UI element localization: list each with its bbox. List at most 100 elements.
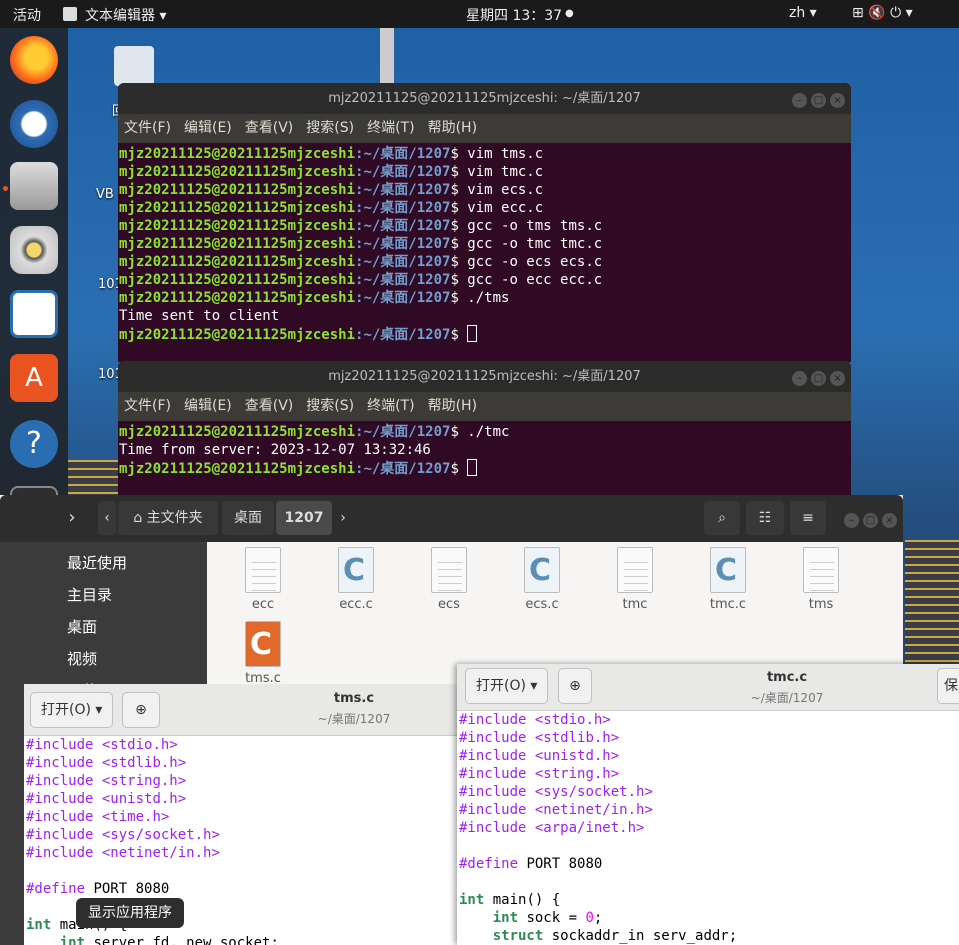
file-item[interactable]: tms	[783, 547, 859, 612]
prompt-path: :~/桌面/1207	[355, 424, 451, 440]
system-tray[interactable]: ⊞ 🔇 ⏻ ▾	[852, 5, 913, 21]
prompt-user: mjz20211125@20211125mjzceshi	[119, 461, 356, 477]
menu-item[interactable]: 搜索(S)	[306, 398, 354, 414]
close-icon[interactable]: ×	[830, 371, 845, 386]
files-icon[interactable]	[10, 162, 58, 210]
prompt-user: mjz20211125@20211125mjzceshi	[119, 182, 356, 198]
forward-arrow-icon[interactable]: ›	[62, 501, 82, 535]
menu-item[interactable]: 帮助(H)	[428, 120, 477, 136]
open-button[interactable]: 打开(O) ▾	[465, 668, 549, 704]
maximize-icon[interactable]: □	[863, 513, 878, 528]
view-list-icon[interactable]: ☷	[746, 501, 784, 535]
minimize-icon[interactable]: –	[844, 513, 859, 528]
file-name: ecc.c	[339, 597, 373, 612]
search-icon[interactable]: ⌕	[704, 501, 740, 535]
rhythmbox-icon[interactable]	[10, 226, 58, 274]
command-text: $ ./tmc	[450, 424, 510, 440]
prompt-path: :~/桌面/1207	[355, 146, 451, 162]
c-source-file-icon: C	[245, 621, 281, 667]
menu-item[interactable]: 编辑(E)	[184, 120, 232, 136]
menu-item[interactable]: 搜索(S)	[306, 120, 354, 136]
document-path: ~/桌面/1207	[750, 691, 824, 705]
code-line: #include <stdio.h>	[26, 737, 178, 753]
new-tab-icon[interactable]: ⊕	[122, 692, 160, 728]
command-output: Time sent to client	[119, 308, 280, 324]
file-item[interactable]: ecs	[411, 547, 487, 612]
new-tab-icon[interactable]: ⊕	[558, 668, 592, 704]
terminal-window-2[interactable]: mjz20211125@20211125mjzceshi: ~/桌面/1207 …	[118, 361, 851, 501]
path-back-icon[interactable]: ‹	[98, 501, 116, 535]
prompt-user: mjz20211125@20211125mjzceshi	[119, 236, 356, 252]
sidebar-item-recent[interactable]: 最近使用	[67, 552, 127, 573]
hamburger-menu-icon[interactable]: ≡	[790, 501, 826, 535]
breadcrumb-current[interactable]: 1207	[276, 501, 332, 535]
text-editor-tmc[interactable]: 打开(O) ▾ ⊕ tmc.c ~/桌面/1207 保 #include <st…	[457, 664, 959, 945]
terminal-output[interactable]: mjz20211125@20211125mjzceshi:~/桌面/1207$ …	[118, 143, 851, 346]
menu-item[interactable]: 帮助(H)	[428, 398, 477, 414]
text-editor-app-icon	[63, 7, 77, 21]
minimize-icon[interactable]: –	[792, 371, 807, 386]
save-button[interactable]: 保	[937, 668, 959, 704]
terminal-output[interactable]: mjz20211125@20211125mjzceshi :~/桌面/1207$ …	[118, 421, 851, 480]
software-center-icon[interactable]: A	[10, 354, 58, 402]
prompt-user: mjz20211125@20211125mjzceshi	[119, 290, 356, 306]
window-title: mjz20211125@20211125mjzceshi: ~/桌面/1207	[118, 83, 851, 114]
window-controls: – □ ×	[788, 369, 845, 386]
file-manager-header: › ‹ ⌂ 主文件夹 桌面 1207 › ⌕ ☷ ≡ – □ ×	[0, 495, 903, 542]
terminal-menubar: 文件(F) 编辑(E) 查看(V) 搜索(S) 终端(T) 帮助(H)	[118, 114, 851, 143]
file-item[interactable]: Ctmc.c	[690, 547, 766, 612]
maximize-icon[interactable]: □	[811, 93, 826, 108]
command-output: Time from server: 2023-12-07 13:32:46	[119, 442, 431, 458]
code-line: #include <unistd.h>	[459, 748, 620, 764]
menu-item[interactable]: 查看(V)	[245, 120, 294, 136]
firefox-icon[interactable]	[10, 36, 58, 84]
maximize-icon[interactable]: □	[811, 371, 826, 386]
command-text: $ ./tms	[450, 290, 510, 306]
prompt-path: :~/桌面/1207	[355, 327, 451, 343]
close-icon[interactable]: ×	[830, 93, 845, 108]
app-menu[interactable]: 文本编辑器 ▾	[85, 5, 166, 25]
sidebar-item-videos[interactable]: 视频	[67, 648, 97, 669]
language-indicator[interactable]: zh ▾	[789, 5, 817, 21]
code-line: #include <stdlib.h>	[459, 730, 620, 746]
menu-item[interactable]: 终端(T)	[367, 398, 414, 414]
prompt-path: :~/桌面/1207	[355, 272, 451, 288]
activities-button[interactable]: 活动	[13, 5, 41, 25]
code-line: struct sockaddr_in serv_addr;	[492, 928, 738, 944]
minimize-icon[interactable]: –	[792, 93, 807, 108]
clock[interactable]: 星期四 13：37	[466, 5, 562, 25]
code-area[interactable]: #include <stdio.h> #include <stdlib.h> #…	[457, 711, 959, 945]
thunderbird-icon[interactable]	[10, 100, 58, 148]
open-button[interactable]: 打开(O) ▾	[30, 692, 114, 728]
menu-item[interactable]: 查看(V)	[245, 398, 294, 414]
command-text: $ vim tmc.c	[450, 164, 544, 180]
menu-item[interactable]: 文件(F)	[124, 398, 171, 414]
file-item[interactable]: Ctms.c	[225, 621, 301, 686]
path-forward-icon[interactable]: ›	[334, 501, 352, 535]
help-icon[interactable]: ?	[10, 420, 58, 468]
code-line: #include <sys/socket.h>	[26, 827, 220, 843]
file-item[interactable]: Cecc.c	[318, 547, 394, 612]
breadcrumb-desktop[interactable]: 桌面	[222, 501, 274, 535]
trash-icon[interactable]	[114, 46, 154, 86]
menu-item[interactable]: 文件(F)	[124, 120, 171, 136]
close-icon[interactable]: ×	[882, 513, 897, 528]
prompt-user: mjz20211125@20211125mjzceshi	[119, 164, 356, 180]
sidebar-item-home[interactable]: 主目录	[67, 584, 112, 605]
tower-spire	[380, 28, 394, 88]
libreoffice-writer-icon[interactable]	[10, 290, 58, 338]
file-item[interactable]: tmc	[597, 547, 673, 612]
terminal-window-1[interactable]: mjz20211125@20211125mjzceshi: ~/桌面/1207 …	[118, 83, 851, 362]
sidebar-item-desktop[interactable]: 桌面	[67, 616, 97, 637]
code-line: #include <time.h>	[26, 809, 170, 825]
menu-item[interactable]: 终端(T)	[367, 120, 414, 136]
breadcrumb-home[interactable]: ⌂ 主文件夹	[118, 501, 218, 535]
file-item[interactable]: ecc	[225, 547, 301, 612]
menu-item[interactable]: 编辑(E)	[184, 398, 232, 414]
c-source-file-icon: C	[524, 547, 560, 593]
prompt-user: mjz20211125@20211125mjzceshi	[119, 272, 356, 288]
document-path: ~/桌面/1207	[317, 712, 391, 726]
file-item[interactable]: Cecs.c	[504, 547, 580, 612]
